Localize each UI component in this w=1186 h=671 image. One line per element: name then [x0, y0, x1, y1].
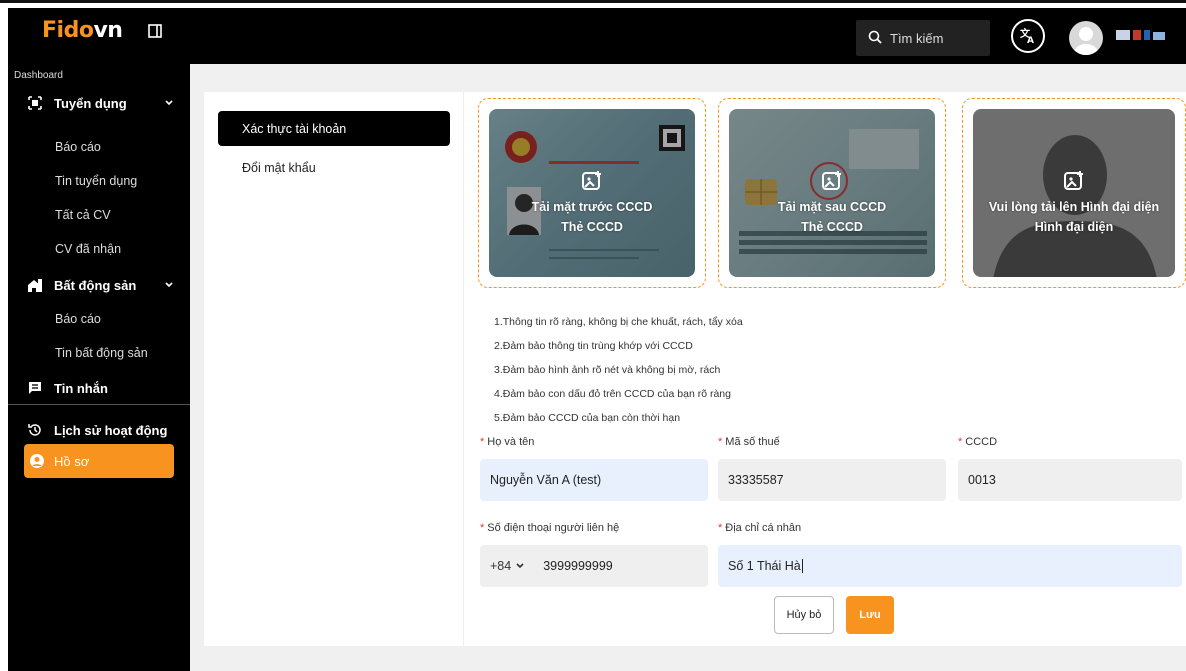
- guideline-item: 4.Đảm bảo con dấu đỏ trên CCCD của bạn r…: [494, 388, 731, 400]
- app-frame: Fidovn Tìm kiếm 文A Dashboard Tuyển dụng: [8, 8, 1186, 671]
- avatar-placeholder-image: Vui lòng tải lên Hình đại diện Hình đại …: [973, 109, 1175, 277]
- sidebar-item-re-report[interactable]: Báo cáo: [55, 312, 101, 326]
- required-mark: *: [718, 522, 723, 534]
- house-icon: [26, 276, 44, 294]
- name-label: * Họ và tên: [480, 436, 534, 448]
- field-value: Số 1 Thái Hà: [728, 559, 801, 573]
- id-card-back-image: Tải mặt sau CCCD Thẻ CCCD: [729, 109, 935, 277]
- tax-code-field[interactable]: 33335587: [718, 459, 946, 501]
- address-field[interactable]: Số 1 Thái Hà: [718, 545, 1182, 587]
- field-value: 33335587: [728, 473, 784, 487]
- search-box[interactable]: Tìm kiếm: [856, 20, 990, 56]
- user-avatar[interactable]: [1069, 21, 1103, 55]
- upload-front-cccd[interactable]: Tải mặt trước CCCD Thẻ CCCD: [478, 98, 706, 288]
- translate-icon[interactable]: 文A: [1011, 19, 1045, 53]
- cancel-button[interactable]: Hủy bỏ: [774, 596, 834, 634]
- sidebar-item-all-cv[interactable]: Tất cả CV: [55, 208, 111, 222]
- profile-card: Xác thực tài khoản Đổi mật khẩu Tải mặt …: [204, 92, 1186, 646]
- upload-subtitle: Thẻ CCCD: [801, 220, 863, 234]
- id-card-front-image: Tải mặt trước CCCD Thẻ CCCD: [489, 109, 695, 277]
- sidebar-toggle-icon[interactable]: [148, 24, 166, 42]
- message-icon: [26, 379, 44, 397]
- guideline-item: 3.Đảm bảo hình ảnh rõ nét và không bị mờ…: [494, 364, 721, 376]
- image-upload-icon: [489, 169, 695, 191]
- text-cursor: [801, 559, 803, 573]
- chevron-down-icon: [164, 278, 174, 293]
- history-icon: [26, 421, 44, 439]
- dashboard-label: Dashboard: [14, 70, 63, 81]
- sidebar-group-label: Bất động sản: [54, 277, 137, 293]
- upload-front-label: Tải mặt trước CCCD Thẻ CCCD: [489, 169, 695, 237]
- sidebar-group-real-estate[interactable]: Bất động sản: [8, 270, 190, 300]
- upload-subtitle: Hình đại diện: [1034, 220, 1114, 234]
- tab-verify-account[interactable]: Xác thực tài khoản: [218, 111, 450, 146]
- required-mark: *: [718, 436, 723, 448]
- image-upload-icon: [973, 169, 1175, 191]
- upload-guidelines: 1.Thông tin rõ ràng, không bị che khuất,…: [494, 310, 743, 430]
- logo-text: Fido: [42, 18, 94, 43]
- sidebar-item-messages[interactable]: Tin nhắn: [8, 373, 190, 403]
- search-icon: [868, 30, 890, 47]
- sidebar-item-job-posts[interactable]: Tin tuyển dụng: [55, 174, 137, 188]
- cccd-field[interactable]: 0013: [958, 459, 1182, 501]
- briefcase-icon: [26, 94, 44, 112]
- guideline-item: 5.Đảm bảo CCCD của bạn còn thời hạn: [494, 412, 681, 424]
- sidebar: Dashboard Tuyển dụng Báo cáo Tin tuyển d…: [8, 64, 190, 671]
- label-text: Họ và tên: [487, 436, 535, 448]
- search-placeholder: Tìm kiếm: [890, 30, 944, 46]
- sidebar-item-profile[interactable]: Hồ sơ: [24, 444, 174, 478]
- guideline-item: 1.Thông tin rõ ràng, không bị che khuất,…: [494, 316, 743, 328]
- user-icon: [28, 452, 46, 470]
- country-code-value: +84: [490, 559, 512, 573]
- language-flag-icon[interactable]: [1116, 30, 1165, 40]
- save-button[interactable]: Lưu: [846, 596, 894, 634]
- label-text: Mã số thuế: [725, 436, 780, 448]
- upload-title: Vui lòng tải lên Hình đại diện: [988, 200, 1160, 214]
- sidebar-item-label: Lịch sử hoạt động: [54, 422, 168, 438]
- top-border: [0, 0, 1186, 3]
- upload-subtitle: Thẻ CCCD: [561, 220, 623, 234]
- sidebar-group-recruitment[interactable]: Tuyển dụng: [8, 88, 190, 118]
- upload-title: Tải mặt sau CCCD: [777, 200, 887, 214]
- upload-back-label: Tải mặt sau CCCD Thẻ CCCD: [729, 169, 935, 237]
- sidebar-item-history[interactable]: Lịch sử hoạt động: [8, 415, 190, 445]
- sidebar-item-re-posts[interactable]: Tin bất động sản: [55, 346, 148, 360]
- logo-accent-text: vn: [93, 18, 123, 43]
- name-field[interactable]: Nguyễn Văn A (test): [480, 459, 708, 501]
- required-mark: *: [958, 436, 963, 448]
- field-value: Nguyễn Văn A (test): [490, 473, 602, 487]
- sidebar-item-report[interactable]: Báo cáo: [55, 140, 101, 154]
- label-text: Địa chỉ cá nhân: [725, 522, 802, 534]
- upload-avatar-label: Vui lòng tải lên Hình đại diện Hình đại …: [973, 169, 1175, 237]
- image-upload-icon: [729, 169, 935, 191]
- svg-text:A: A: [1027, 36, 1034, 46]
- sidebar-divider: [8, 404, 190, 405]
- tab-change-password[interactable]: Đổi mật khẩu: [242, 161, 316, 175]
- sidebar-group-label: Tuyển dụng: [54, 95, 127, 111]
- cccd-label: * CCCD: [958, 436, 997, 448]
- field-value: 0013: [968, 473, 996, 487]
- upload-avatar[interactable]: Vui lòng tải lên Hình đại diện Hình đại …: [962, 98, 1186, 288]
- required-mark: *: [480, 436, 485, 448]
- label-text: Số điện thoại người liên hệ: [487, 522, 620, 534]
- upload-back-cccd[interactable]: Tải mặt sau CCCD Thẻ CCCD: [718, 98, 946, 288]
- country-code-select[interactable]: +84: [490, 559, 525, 573]
- required-mark: *: [480, 522, 485, 534]
- address-label: * Địa chỉ cá nhân: [718, 522, 801, 534]
- settings-tabs: Xác thực tài khoản Đổi mật khẩu: [204, 92, 464, 646]
- field-value: 3999999999: [543, 559, 613, 573]
- app-logo[interactable]: Fidovn: [42, 18, 123, 43]
- phone-label: * Số điện thoại người liên hệ: [480, 522, 619, 534]
- sidebar-item-label: Hồ sơ: [54, 453, 90, 469]
- sidebar-item-received-cv[interactable]: CV đã nhận: [55, 242, 121, 256]
- chevron-down-icon: [164, 96, 174, 111]
- top-header: Fidovn Tìm kiếm 文A: [8, 8, 1186, 64]
- upload-title: Tải mặt trước CCCD: [531, 200, 653, 214]
- tax-code-label: * Mã số thuế: [718, 436, 780, 448]
- label-text: CCCD: [965, 436, 998, 448]
- phone-field[interactable]: +84 3999999999: [480, 545, 708, 587]
- sidebar-item-label: Tin nhắn: [54, 380, 108, 396]
- guideline-item: 2.Đảm bảo thông tin trùng khớp với CCCD: [494, 340, 693, 352]
- chevron-down-icon: [516, 563, 524, 569]
